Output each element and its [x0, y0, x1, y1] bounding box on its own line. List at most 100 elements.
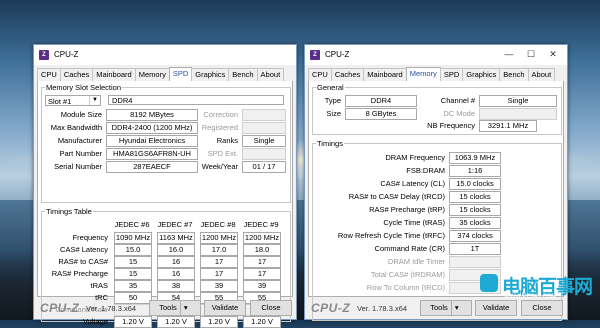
tab-spd[interactable]: SPD: [168, 67, 193, 81]
memory-timing-label: Cycle Time (tRAS): [383, 218, 445, 227]
timing-cell: 1163 MHz: [157, 232, 195, 244]
timing-cell: 16: [157, 256, 195, 268]
tools-button[interactable]: Tools ▾: [149, 300, 201, 316]
jedec-header: JEDEC #6: [114, 220, 150, 229]
memory-timing-value: 1063.9 MHz: [449, 152, 501, 164]
week-year-value: 01 / 17: [242, 161, 286, 173]
version-text: Ver. 1.78.3.x64: [86, 304, 137, 313]
close-button[interactable]: Close: [521, 300, 563, 316]
registered-value: [242, 122, 286, 134]
timings-legend: Timings: [317, 139, 343, 148]
tab-cpu[interactable]: CPU: [308, 68, 332, 81]
memory-timing-label: RAS# Precharge (tRP): [369, 205, 445, 214]
validate-button[interactable]: Validate: [204, 300, 246, 316]
tab-cpu[interactable]: CPU: [37, 68, 61, 81]
window-footer: CPU-Z Ver. 1.78.3.x64 Tools ▾ Validate Cl…: [34, 297, 296, 319]
tab-memory[interactable]: Memory: [134, 68, 170, 81]
minimize-icon[interactable]: —: [499, 47, 519, 62]
spd-pane: Memory Slot Selection Slot #1 ▼ DDR4 Mod…: [37, 81, 293, 328]
tab-caches[interactable]: Caches: [59, 68, 94, 81]
timing-cell: 17: [243, 256, 281, 268]
tab-bar: CPU Caches Mainboard Memory SPD Graphics Bench…: [308, 67, 564, 82]
memory-type-value: DDR4: [108, 95, 284, 105]
memory-timing-value: 1:16: [449, 165, 501, 177]
tools-button[interactable]: Tools ▾: [420, 300, 472, 316]
memory-timing-value: 35 clocks: [449, 217, 501, 229]
timing-cell: 1090 MHz: [114, 232, 152, 244]
memory-timing-label: FSB:DRAM: [406, 166, 445, 175]
chevron-down-icon[interactable]: ▾: [179, 301, 191, 315]
site-watermark: 电脑百事网 WWW.PC841.COM: [480, 272, 594, 300]
window-footer: CPU-Z Ver. 1.78.3.x64 Tools ▾ Validate Cl…: [305, 297, 567, 319]
tools-button-label: Tools: [430, 303, 448, 312]
tab-graphics[interactable]: Graphics: [191, 68, 230, 81]
channel-label: Channel #: [440, 96, 475, 105]
tab-bar: CPU Caches Mainboard Memory SPD Graphics Bench…: [37, 67, 293, 82]
timing-cell: 15: [114, 256, 152, 268]
validate-button[interactable]: Validate: [475, 300, 517, 316]
title-bar[interactable]: Z CPU-Z — ☐ ✕: [305, 45, 567, 65]
memory-slot-legend: Memory Slot Selection: [46, 83, 122, 92]
manufacturer-label: Manufacturer: [57, 136, 102, 145]
timing-cell: 15: [114, 268, 152, 280]
chevron-down-icon[interactable]: ▼: [89, 96, 100, 105]
maximize-icon[interactable]: ☐: [521, 47, 541, 62]
timing-cell: 38: [157, 280, 195, 292]
watermark-logo-icon: [480, 274, 498, 292]
part-number-value: HMA81GS6AFR8N-UH: [106, 148, 198, 160]
slot-select[interactable]: Slot #1 ▼: [45, 95, 101, 106]
timing-cell: 39: [243, 280, 281, 292]
memory-timing-value: 374 clocks: [449, 230, 501, 242]
timing-cell: 17: [200, 268, 238, 280]
cpuz-app-icon: Z: [39, 50, 49, 60]
title-bar[interactable]: Z CPU-Z: [34, 45, 296, 65]
jedec-header: JEDEC #9: [243, 220, 279, 229]
size-label: Size: [326, 109, 341, 118]
cpuz-brand-logo: CPU-Z: [40, 301, 80, 315]
close-button[interactable]: Close: [250, 300, 292, 316]
memory-timing-label: RAS# to CAS# Delay (tRCD): [348, 192, 445, 201]
tab-mainboard[interactable]: Mainboard: [363, 68, 407, 81]
timing-cell: 16.0: [157, 244, 195, 256]
tab-mainboard[interactable]: Mainboard: [92, 68, 136, 81]
tab-memory[interactable]: Memory: [405, 67, 441, 81]
dc-mode-label: DC Mode: [443, 109, 475, 118]
tab-about[interactable]: About: [527, 68, 556, 81]
tab-bench[interactable]: Bench: [499, 68, 529, 81]
timing-row-label: CAS# Latency: [60, 245, 108, 254]
timing-cell: 17: [200, 256, 238, 268]
memory-pane: General Type DDR4 Channel # Single Size …: [308, 81, 564, 321]
max-bandwidth-value: DDR4-2400 (1200 MHz): [106, 122, 198, 134]
memory-timing-label: CAS# Latency (CL): [380, 179, 445, 188]
timing-cell: 17: [243, 268, 281, 280]
jedec-header: JEDEC #7: [157, 220, 193, 229]
type-label: Type: [324, 96, 341, 105]
chevron-down-icon[interactable]: ▾: [450, 301, 462, 315]
tab-graphics[interactable]: Graphics: [462, 68, 501, 81]
memory-timing-value: 15 clocks: [449, 191, 501, 203]
serial-number-value: 287EAECF: [106, 161, 198, 173]
tab-about[interactable]: About: [256, 68, 285, 81]
nb-frequency-value: 3291.1 MHz: [479, 120, 537, 132]
memory-timing-label: DRAM Idle Timer: [387, 257, 445, 266]
general-legend: General: [317, 83, 344, 92]
tab-bench[interactable]: Bench: [228, 68, 258, 81]
timing-row-label: RAS# Precharge: [51, 269, 108, 278]
manufacturer-value: Hyundai Electronics: [106, 135, 198, 147]
timing-cell: 18.0: [243, 244, 281, 256]
watermark-url: WWW.PC841.COM: [504, 294, 557, 300]
ranks-label: Ranks: [216, 136, 238, 145]
slot-select-value: Slot #1: [48, 97, 72, 106]
timing-cell: 39: [200, 280, 238, 292]
ranks-value: Single: [242, 135, 286, 147]
tab-caches[interactable]: Caches: [330, 68, 365, 81]
jedec-header: JEDEC #8: [200, 220, 236, 229]
timing-cell: 15.0: [114, 244, 152, 256]
memory-timing-value: [449, 256, 501, 268]
close-icon[interactable]: ✕: [543, 47, 563, 62]
memory-timing-label: Command Rate (CR): [374, 244, 445, 253]
tab-spd[interactable]: SPD: [439, 68, 464, 81]
timing-cell: 16: [157, 268, 195, 280]
serial-number-label: Serial Number: [54, 162, 102, 171]
nb-frequency-label: NB Frequency: [427, 121, 475, 130]
